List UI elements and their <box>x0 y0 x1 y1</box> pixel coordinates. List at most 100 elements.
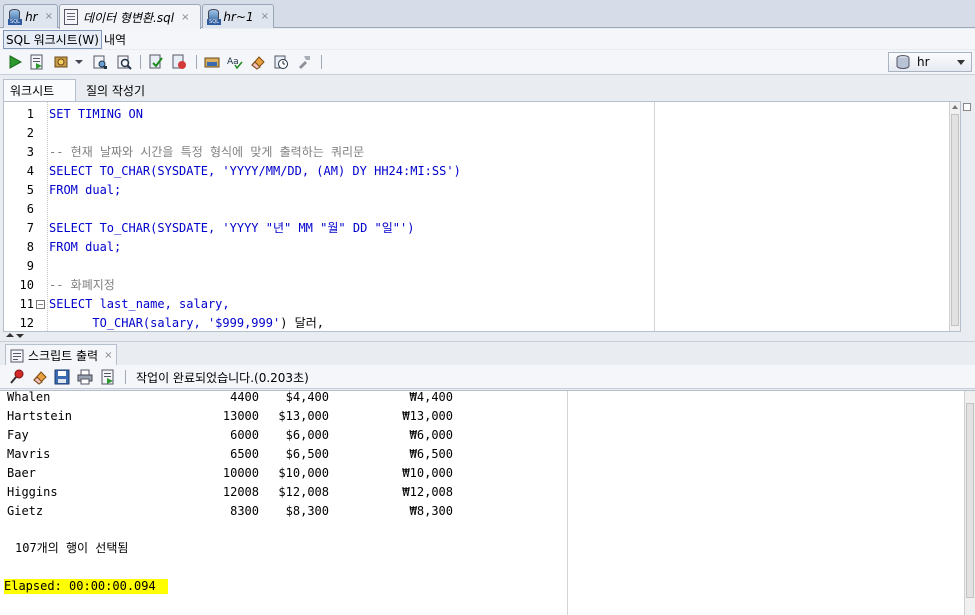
worksheet-toolbar: Aa hr <box>0 50 975 75</box>
chevron-down-icon[interactable] <box>957 60 965 65</box>
sql-connection-icon: SQL <box>207 8 221 25</box>
code-text: ) <box>453 164 461 178</box>
chevron-down-icon[interactable] <box>74 54 84 70</box>
cell-salary: 8300 <box>230 504 259 518</box>
tab-worksheet[interactable]: 워크시트 <box>3 79 76 101</box>
close-icon[interactable]: × <box>261 11 269 22</box>
cell-won: ₩13,000 <box>402 409 453 423</box>
rollback-icon[interactable] <box>171 54 187 70</box>
worksheet-tabs: 워크시트 질의 작성기 <box>0 77 975 101</box>
doc-tab-data-conversion-sql[interactable]: 데이터 형변환.sql × <box>59 4 201 29</box>
cell-salary: 4400 <box>230 390 259 404</box>
table-row: Mavris 6500 $6,500 ₩6,500 <box>7 445 457 464</box>
line-number: 12 <box>19 316 34 330</box>
save-icon[interactable] <box>54 369 70 385</box>
table-row: Baer 10000 $10,000 ₩10,000 <box>7 464 457 483</box>
table-row: Higgins 12008 $12,008 ₩12,008 <box>7 483 457 502</box>
tab-history[interactable]: 내역 <box>102 31 128 48</box>
code-line: FROM dual; <box>49 240 122 254</box>
cell-salary: 10000 <box>222 466 259 480</box>
table-row: Fay 6000 $6,000 ₩6,000 <box>7 426 457 445</box>
cell-salary: 6000 <box>230 428 259 442</box>
table-row: Whalen 4400 $4,400 ₩4,400 <box>7 388 457 407</box>
sql-file-icon <box>64 9 78 25</box>
database-icon <box>896 55 910 69</box>
line-number: 9 <box>26 259 34 273</box>
code-area[interactable]: SET TIMING ON -- 현재 날짜와 시간을 특정 형식에 맞게 출력… <box>49 102 948 331</box>
svg-text:Aa: Aa <box>227 57 239 67</box>
to-upper-lower-icon[interactable]: Aa <box>227 54 243 70</box>
collapse-up-icon[interactable] <box>6 333 14 337</box>
cell-won: ₩8,300 <box>409 504 453 518</box>
explain-plan-icon[interactable] <box>92 54 108 70</box>
close-icon[interactable]: × <box>104 350 112 361</box>
code-line: SELECT To_CHAR(SYSDATE, 'YYYY "년" MM "월"… <box>49 219 414 238</box>
code-line: TO_CHAR(salary, '$999,999') 달러, <box>49 314 324 331</box>
panel-splitter[interactable] <box>0 333 975 341</box>
output-scrollbar[interactable] <box>964 391 975 615</box>
collapse-down-icon[interactable] <box>16 334 24 338</box>
code-text: ) <box>407 221 415 235</box>
line-number: 1 <box>26 107 34 121</box>
run-statement-icon[interactable] <box>7 54 23 70</box>
line-number: 5 <box>26 183 34 197</box>
toolbar-separator <box>140 55 141 69</box>
sql-tuning-advisor-icon[interactable] <box>116 54 132 70</box>
connection-name: hr <box>917 55 930 69</box>
cancel-sql-icon[interactable] <box>204 54 220 70</box>
commit-icon[interactable] <box>148 54 164 70</box>
sql-history-icon[interactable] <box>273 54 289 70</box>
cell-salary: 13000 <box>222 409 259 423</box>
scrollbar-thumb[interactable] <box>951 114 959 326</box>
close-icon[interactable]: × <box>181 12 189 23</box>
scrollbar-thumb[interactable] <box>966 403 974 598</box>
right-margin-guide <box>567 391 568 615</box>
script-output[interactable]: Whalen 4400 $4,400 ₩4,400 Hartstein 1300… <box>0 390 975 615</box>
buffer-size-icon[interactable] <box>100 369 116 385</box>
right-margin-guide <box>654 102 655 331</box>
autotrace-icon[interactable] <box>53 54 69 70</box>
code-comment: -- 화폐지정 <box>49 278 115 292</box>
connection-select[interactable]: hr <box>888 52 972 72</box>
line-number: 10 <box>19 278 34 292</box>
tab-sql-worksheet[interactable]: SQL 워크시트(W) <box>3 29 102 49</box>
table-row: Hartstein 13000 $13,000 ₩13,000 <box>7 407 457 426</box>
run-script-icon[interactable] <box>29 54 45 70</box>
line-number: 6 <box>26 202 34 216</box>
script-output-icon <box>10 349 24 362</box>
cell-last-name: Higgins <box>7 485 58 499</box>
doc-tab-hr-1[interactable]: SQL hr~1 × <box>202 4 274 28</box>
fold-toggle-icon[interactable]: − <box>36 300 45 309</box>
line-number: 3 <box>26 145 34 159</box>
split-toggle[interactable] <box>963 103 971 111</box>
elapsed-time: Elapsed: 00:00:00.094 <box>4 579 168 594</box>
cell-dollar: $10,000 <box>278 466 329 480</box>
output-toolbar: 작업이 완료되었습니다.(0.203초) <box>0 365 975 389</box>
cell-won: ₩4,400 <box>409 390 453 404</box>
code-line: FROM dual; <box>49 183 122 197</box>
cell-last-name: Fay <box>7 428 29 442</box>
print-icon[interactable] <box>77 369 93 385</box>
sql-editor[interactable]: 1 2 3 4 5 6 7 8 9 10 11 12 − SET TIMING … <box>3 101 961 332</box>
cell-last-name: Baer <box>7 466 36 480</box>
line-number: 8 <box>26 240 34 254</box>
tab-query-builder-label: 질의 작성기 <box>86 83 146 98</box>
code-string: '$999,999' <box>207 316 281 330</box>
doc-tab-label: hr~1 <box>223 9 254 24</box>
cell-dollar: $12,008 <box>278 485 329 499</box>
tab-script-output[interactable]: 스크립트 출력 × <box>5 344 118 366</box>
cell-won: ₩12,008 <box>402 485 453 499</box>
close-icon[interactable]: × <box>45 11 53 22</box>
format-tools-icon[interactable] <box>296 54 312 70</box>
tab-query-builder[interactable]: 질의 작성기 <box>80 79 151 101</box>
clear-eraser-icon[interactable] <box>32 369 48 385</box>
line-number: 4 <box>26 164 34 178</box>
scroll-up-icon[interactable] <box>952 105 958 109</box>
cell-last-name: Gietz <box>7 504 44 518</box>
table-row: Gietz 8300 $8,300 ₩8,300 <box>7 502 457 521</box>
editor-scrollbar[interactable] <box>949 102 960 331</box>
clear-eraser-icon[interactable] <box>250 54 266 70</box>
line-number: 11 <box>19 297 34 311</box>
doc-tab-hr[interactable]: SQL hr × <box>3 4 58 28</box>
pin-icon[interactable] <box>9 369 25 385</box>
